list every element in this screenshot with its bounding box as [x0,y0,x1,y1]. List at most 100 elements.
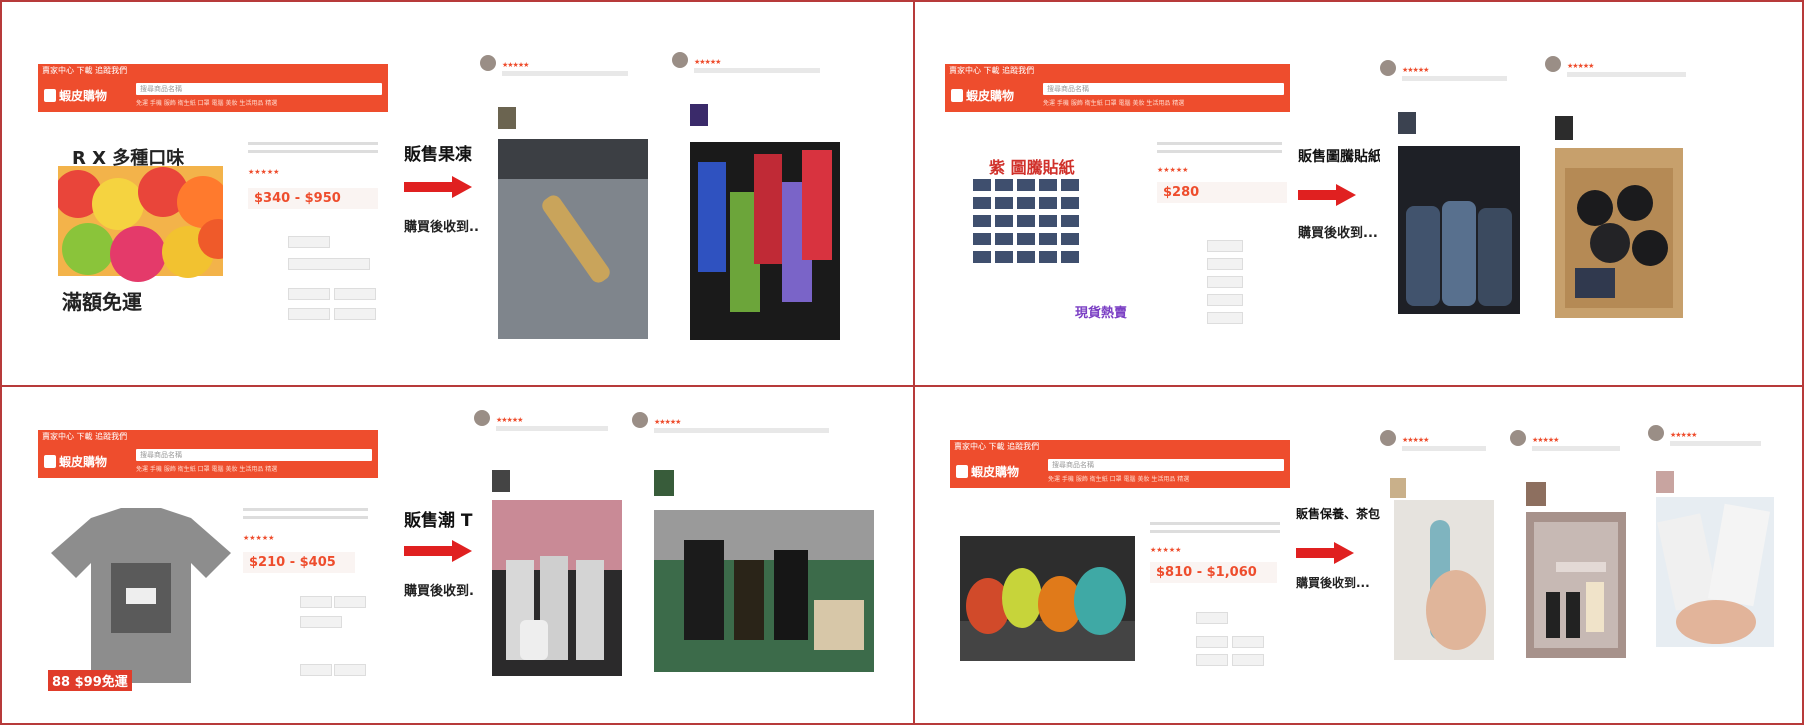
review-photo[interactable] [690,142,840,340]
product-image[interactable] [960,536,1135,661]
option-chip[interactable] [1207,312,1243,324]
option-chip[interactable] [288,288,330,300]
product-title [248,142,378,162]
star-icon: ★★★★★ [248,168,280,176]
shop-header: 蝦皮購物 搜尋商品名稱 免運 手機 服飾 衛生紙 口罩 電腦 美妝 生活用品 精… [38,444,378,478]
option-chip[interactable] [288,258,370,270]
product-rating: ★★★★★ [1150,546,1181,554]
search-input[interactable]: 搜尋商品名稱 [136,83,382,95]
star-icon: ★★★★★ [496,416,523,424]
shopping-bag-icon [951,89,963,102]
avatar [480,55,496,71]
sell-label: 販售圖騰貼紙 [1298,149,1382,165]
promo-text: 現貨熱賣 [1075,306,1128,321]
product-image[interactable]: R X 多種口味 [58,144,223,284]
shop-logo-text: 蝦皮購物 [59,455,108,469]
option-chip[interactable] [334,664,366,676]
option-chip[interactable] [1207,294,1243,306]
option-chip[interactable] [334,308,376,320]
star-icon: ★★★★★ [1567,62,1594,70]
received-label: 購買後收到... [404,220,484,235]
product-image[interactable] [46,508,236,683]
arrow-right-icon [1296,542,1354,564]
star-icon: ★★★★★ [1402,66,1429,74]
option-chip[interactable] [300,616,342,628]
review-photo[interactable] [1398,146,1520,314]
product-overlay-text: R X 多種口味 [72,148,185,169]
shopping-bag-icon [956,465,968,478]
review-thumb[interactable] [1390,478,1406,498]
option-chip[interactable] [1196,612,1228,624]
teapots-image [960,567,1135,661]
review-thumb[interactable] [1656,471,1674,493]
received-label: 購買後收到... [1298,226,1378,241]
search-input[interactable]: 搜尋商品名稱 [1048,459,1284,471]
review-photo[interactable] [1555,148,1683,318]
shop-logo[interactable]: 蝦皮購物 [44,87,107,104]
review-thumb[interactable] [1555,116,1573,140]
shop-listing: 賣家中心 下載 追蹤我們 蝦皮購物 搜尋商品名稱 免運 手機 服飾 衛生紙 口罩… [38,430,378,700]
product-price: $810 - $1,060 [1150,562,1277,583]
bottles-photo [1406,201,1512,306]
shop-logo[interactable]: 蝦皮購物 [951,87,1014,104]
sell-label: 販售果凍 [404,145,472,165]
shop-logo-text: 蝦皮購物 [966,89,1015,103]
shop-header: 蝦皮購物 搜尋商品名稱 免運 手機 服飾 衛生紙 口罩 電腦 美妝 生活用品 精… [38,78,388,112]
category-links[interactable]: 免運 手機 服飾 衛生紙 口罩 電腦 美妝 生活用品 精選 [1043,98,1284,107]
option-chip[interactable] [1207,258,1243,270]
star-icon: ★★★★★ [654,418,681,426]
option-chip[interactable] [1196,636,1228,648]
option-chip[interactable] [334,288,376,300]
option-chip[interactable] [300,664,332,676]
star-icon: ★★★★★ [1670,431,1697,439]
option-chip[interactable] [1196,654,1228,666]
category-links[interactable]: 免運 手機 服飾 衛生紙 口罩 電腦 美妝 生活用品 精選 [1048,474,1284,483]
review-card: ★★★★★ [632,412,882,712]
review-text [654,428,829,433]
device-photo [1426,520,1486,650]
option-chip[interactable] [288,236,330,248]
review-photo[interactable] [1394,500,1494,660]
shop-logo[interactable]: 蝦皮購物 [956,463,1019,480]
review-card: ★★★★★ [1648,425,1778,685]
sell-label: 販售潮 T [404,511,473,531]
option-chip[interactable] [1207,276,1243,288]
review-photo[interactable] [498,139,648,339]
review-thumb[interactable] [690,104,708,126]
search-input[interactable]: 搜尋商品名稱 [1043,83,1284,95]
product-rating: ★★★★★ [248,168,279,176]
category-links[interactable]: 免運 手機 服飾 衛生紙 口罩 電腦 美妝 生活用品 精選 [136,464,372,473]
shopping-bag-icon [44,89,56,102]
review-thumb[interactable] [1398,112,1416,134]
avatar [474,410,490,426]
shop-listing: 賣家中心 下載 追蹤我們 蝦皮購物 搜尋商品名稱 免運 手機 服飾 衛生紙 口罩… [950,440,1290,690]
search-input[interactable]: 搜尋商品名稱 [136,449,372,461]
avatar [1380,60,1396,76]
received-label: 購買後收到... [1296,576,1370,590]
review-photo[interactable] [1656,497,1774,647]
option-chip[interactable] [300,596,332,608]
arrow-right-icon [1298,184,1356,206]
option-chip[interactable] [1232,654,1264,666]
review-photo[interactable] [654,510,874,672]
option-chip[interactable] [288,308,330,320]
avatar [632,412,648,428]
shop-logo[interactable]: 蝦皮購物 [44,453,107,470]
review-photo[interactable] [1526,512,1626,658]
review-card: ★★★★★ [1545,56,1715,346]
review-thumb[interactable] [1526,482,1546,506]
shop-topbar: 賣家中心 下載 追蹤我們 [945,64,1290,78]
review-photo[interactable] [492,500,622,676]
review-text [1532,446,1620,451]
shop-topbar: 賣家中心 下載 追蹤我們 [950,440,1290,454]
option-chip[interactable] [334,596,366,608]
review-thumb[interactable] [654,470,674,496]
option-chip[interactable] [1207,240,1243,252]
review-thumb[interactable] [492,470,510,492]
review-card: ★★★★★ [1510,430,1635,690]
product-image[interactable] [973,179,1093,289]
category-links[interactable]: 免運 手機 服飾 衛生紙 口罩 電腦 美妝 生活用品 精選 [136,98,382,107]
review-thumb[interactable] [498,107,516,129]
option-chip[interactable] [1232,636,1264,648]
product-price: $280 [1157,182,1287,203]
